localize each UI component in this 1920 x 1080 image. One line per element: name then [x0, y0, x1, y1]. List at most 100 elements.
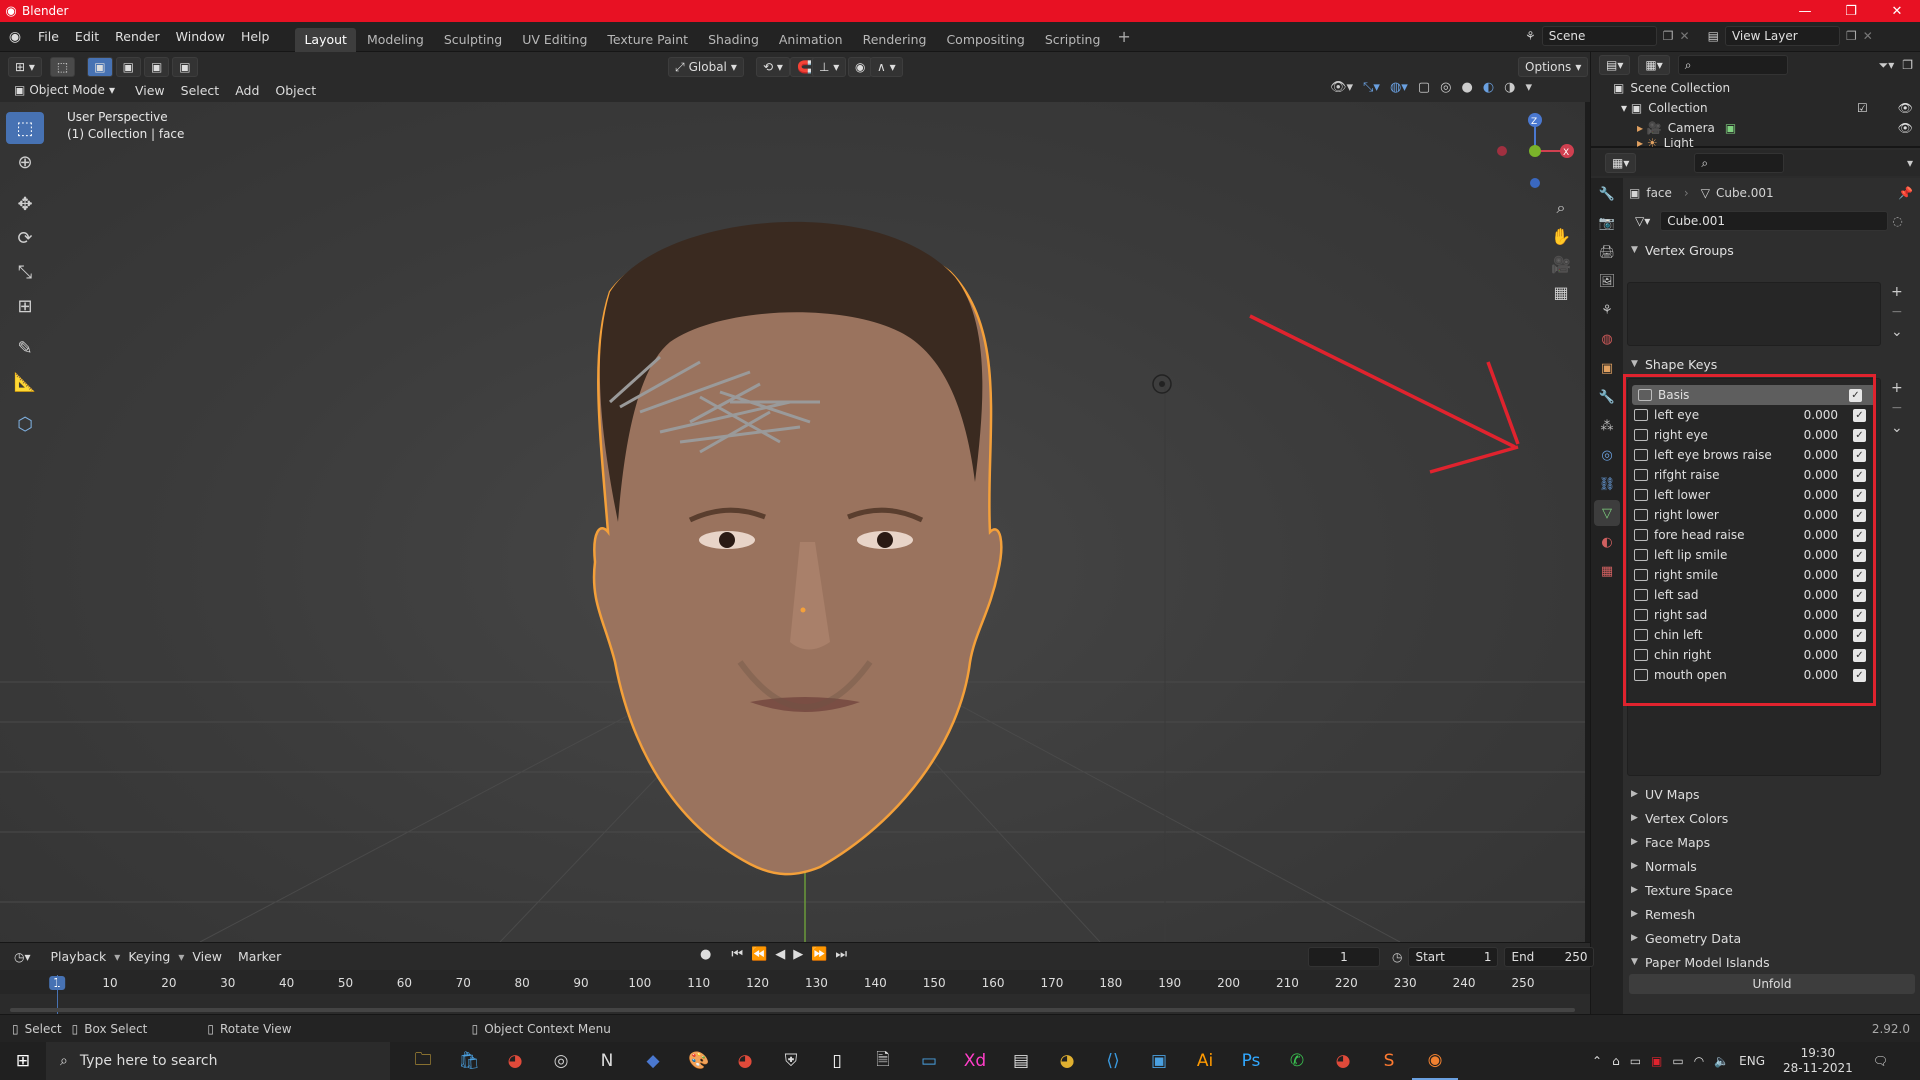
select-new-icon[interactable]: ▣ [87, 57, 113, 77]
perspective-toggle-icon[interactable]: ▦ [1546, 278, 1576, 306]
outliner-row-collection[interactable]: ▾ ▣ Collection ☑ 👁 [1591, 98, 1920, 118]
proportional-falloff-dropdown[interactable]: ∧ ▾ [870, 57, 903, 77]
measure-tool-icon[interactable]: 📐 [6, 366, 44, 398]
vscode-icon[interactable]: ⟨⟩ [1090, 1042, 1136, 1080]
monitor-app-icon[interactable]: ▭ [906, 1042, 952, 1080]
zoom-icon[interactable]: ⌕ [1546, 194, 1576, 222]
wifi-icon[interactable]: ◠ [1694, 1054, 1704, 1068]
notepad-icon[interactable]: ▯ [814, 1042, 860, 1080]
camera-view-icon[interactable]: 🎥 [1546, 250, 1576, 278]
transform-tool-icon[interactable]: ⊞ [6, 290, 44, 322]
texture-tab-icon[interactable]: ▦ [1594, 558, 1620, 584]
render-tab-icon[interactable]: 📷 [1594, 210, 1620, 236]
view-layer-tab-icon[interactable]: 🖼 [1594, 268, 1620, 294]
tray-app-icon[interactable]: ▣ [1651, 1054, 1662, 1068]
clock-icon[interactable]: ◷ [1392, 950, 1402, 964]
menu-help[interactable]: Help [233, 25, 278, 49]
play-icon[interactable]: ▶ [793, 947, 803, 962]
viewport-menu-select[interactable]: Select [173, 83, 228, 98]
notifications-icon[interactable]: 🗨 [1873, 1054, 1888, 1068]
mesh-browse-button[interactable]: ▽▾ [1629, 211, 1657, 231]
panel-face-maps[interactable]: ▶ Face Maps [1623, 830, 1920, 854]
delete-scene-icon[interactable]: ✕ [1680, 29, 1690, 43]
taskbar-search[interactable]: ⌕ Type here to search [46, 1042, 390, 1080]
view-layer-icon[interactable]: ▤ [1708, 29, 1719, 43]
panel-geometry-data[interactable]: ▶ Geometry Data [1623, 926, 1920, 950]
pan-hand-icon[interactable]: ✋ [1546, 222, 1576, 250]
security-icon[interactable]: ⛨ [768, 1042, 814, 1080]
unfold-button[interactable]: Unfold [1629, 974, 1915, 994]
select-box-tool-icon[interactable]: ⬚ [6, 112, 44, 144]
chrome-icon[interactable]: ◕ [492, 1042, 538, 1080]
timeline-menu-keying[interactable]: Keying [120, 949, 178, 964]
file-explorer-icon[interactable]: 🗀 [400, 1042, 446, 1080]
move-tool-icon[interactable]: ✥ [6, 188, 44, 220]
end-frame-field[interactable]: End 250 [1504, 947, 1595, 967]
scale-tool-icon[interactable]: ⤡ [6, 256, 44, 288]
filter-icon[interactable]: ⏷▾ [1879, 58, 1895, 73]
modifier-tab-icon[interactable]: 🔧 [1594, 384, 1620, 410]
chrome-icon-4[interactable]: ◕ [1320, 1042, 1366, 1080]
material-shading-icon[interactable]: ◐ [1483, 80, 1494, 95]
window-app-icon[interactable]: ▣ [1136, 1042, 1182, 1080]
maximize-button[interactable]: ❐ [1828, 0, 1874, 22]
scene-tab-icon[interactable]: ⚘ [1594, 297, 1620, 323]
menu-file[interactable]: File [30, 25, 67, 49]
wireframe-shading-icon[interactable]: ◎ [1440, 80, 1451, 95]
timeline-scrollbar[interactable] [10, 1008, 1575, 1012]
tray-chevron-icon[interactable]: ⌃ [1592, 1054, 1602, 1068]
overlay-icon[interactable]: ◍▾ [1390, 80, 1408, 95]
snap-settings-dropdown[interactable]: ⊥ ▾ [812, 57, 847, 77]
jump-keyframe-back-icon[interactable]: ⏪ [751, 947, 767, 962]
timeline-menu-playback[interactable]: Playback [43, 949, 115, 964]
outliner-row-camera[interactable]: ▸ 🎥 Camera ▣ 👁 [1591, 118, 1920, 138]
start-frame-field[interactable]: Start 1 [1408, 947, 1499, 967]
viewport-menu-add[interactable]: Add [227, 83, 267, 98]
shading-options-icon[interactable]: ▾ [1526, 80, 1533, 95]
paper-model-islands-header[interactable]: ▼ Paper Model Islands [1623, 950, 1920, 974]
tab-sculpting[interactable]: Sculpting [435, 28, 511, 52]
store-icon[interactable]: 🛍 [446, 1042, 492, 1080]
eye-icon[interactable]: 👁 [1898, 101, 1913, 115]
tab-scripting[interactable]: Scripting [1036, 28, 1110, 52]
sublime-icon[interactable]: S [1366, 1042, 1412, 1080]
particles-tab-icon[interactable]: ⁂ [1594, 413, 1620, 439]
physics-tab-icon[interactable]: ◎ [1594, 442, 1620, 468]
paint-icon[interactable]: 🎨 [676, 1042, 722, 1080]
illustrator-icon[interactable]: Ai [1182, 1042, 1228, 1080]
tool-tab-icon[interactable]: 🔧 [1594, 181, 1620, 207]
add-shape-key-button[interactable]: + [1891, 378, 1903, 398]
current-frame-field[interactable]: 1 [1308, 947, 1380, 967]
outliner-row-scene-collection[interactable]: ▣ Scene Collection [1591, 78, 1920, 98]
windows-start-icon[interactable]: ⊞ [0, 1042, 46, 1080]
select-extend-icon[interactable]: ▣ [115, 57, 141, 77]
app-icon-blue[interactable]: ◆ [630, 1042, 676, 1080]
tab-rendering[interactable]: Rendering [854, 28, 936, 52]
new-scene-icon[interactable]: ❐ [1663, 29, 1674, 43]
timeline-menu-view[interactable]: View [184, 949, 230, 964]
blender-taskbar-icon[interactable]: ◉ [1412, 1042, 1458, 1080]
timeline-menu-marker[interactable]: Marker [230, 949, 289, 964]
properties-options-icon[interactable]: ▾ [1907, 156, 1913, 170]
panel-uv-maps[interactable]: ▶ UV Maps [1623, 782, 1920, 806]
mode-dropdown[interactable]: ▣ Object Mode ▾ [8, 80, 121, 100]
add-cube-tool-icon[interactable]: ⬡ [6, 408, 44, 440]
scene-icon[interactable]: ⚘ [1525, 29, 1536, 43]
rotate-tool-icon[interactable]: ⟳ [6, 222, 44, 254]
mesh-name-field[interactable]: Cube.001 [1660, 211, 1889, 231]
sim-app-icon[interactable]: ▤ [998, 1042, 1044, 1080]
menu-window[interactable]: Window [168, 25, 233, 49]
pin-icon[interactable]: 📌 [1898, 186, 1913, 200]
shape-keys-header[interactable]: ▼ Shape Keys [1623, 352, 1920, 376]
taskbar-clock[interactable]: 19:30 28-11-2021 [1783, 1046, 1853, 1076]
close-button[interactable]: ✕ [1874, 0, 1920, 22]
timeline[interactable]: 1102030405060708090100110120130140150160… [0, 970, 1590, 1014]
shape-key-menu-button[interactable]: ⌄ [1891, 418, 1903, 438]
tab-layout[interactable]: Layout [295, 27, 356, 52]
delete-view-layer-icon[interactable]: ✕ [1863, 29, 1873, 43]
minimize-button[interactable]: — [1782, 0, 1828, 22]
viewport-menu-object[interactable]: Object [267, 83, 324, 98]
vertex-group-menu-button[interactable]: ⌄ [1891, 322, 1903, 342]
tab-modeling[interactable]: Modeling [358, 28, 433, 52]
add-vertex-group-button[interactable]: + [1891, 282, 1903, 302]
